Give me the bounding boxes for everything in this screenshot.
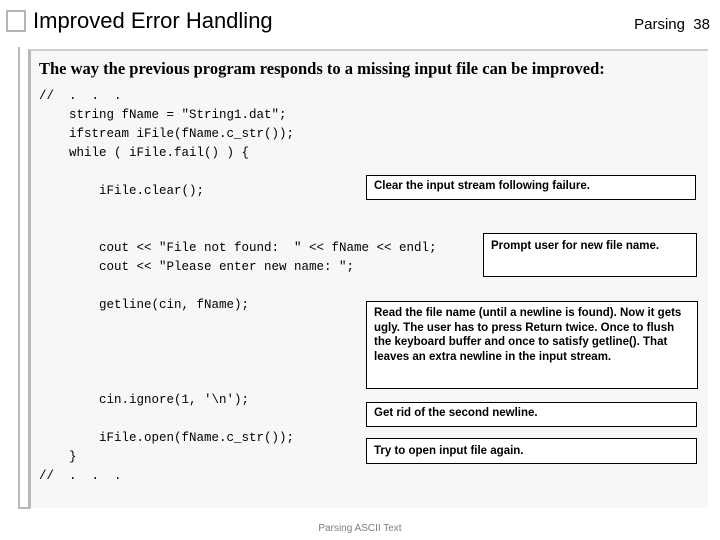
code-line: string fName = "String1.dat"; — [39, 108, 287, 122]
code-line: // . . . — [39, 469, 122, 483]
code-line: cout << "File not found: " << fName << e… — [39, 241, 437, 255]
footer-label: Parsing ASCII Text — [318, 523, 402, 534]
lead-paragraph: The way the previous program responds to… — [39, 59, 605, 78]
page-title: Improved Error Handling — [33, 8, 273, 33]
callout-prompt-user: Prompt user for new file name. — [483, 233, 697, 277]
code-line: ifstream iFile(fName.c_str()); — [39, 127, 295, 141]
code-line: // . . . — [39, 89, 122, 103]
title-placeholder-icon — [6, 10, 26, 32]
slide-header: Improved Error Handling Parsing 38 — [0, 0, 720, 42]
code-line: cout << "Please enter new name: "; — [39, 260, 355, 274]
callout-second-newline: Get rid of the second newline. — [366, 402, 697, 427]
left-rail-line — [18, 47, 20, 509]
callout-read-filename: Read the file name (until a newline is f… — [366, 301, 698, 389]
callout-clear-stream: Clear the input stream following failure… — [366, 175, 696, 200]
callout-open-again: Try to open input file again. — [366, 438, 697, 464]
code-line: while ( iFile.fail() ) { — [39, 146, 250, 160]
header-chapter-page: Parsing 38 — [634, 16, 710, 33]
